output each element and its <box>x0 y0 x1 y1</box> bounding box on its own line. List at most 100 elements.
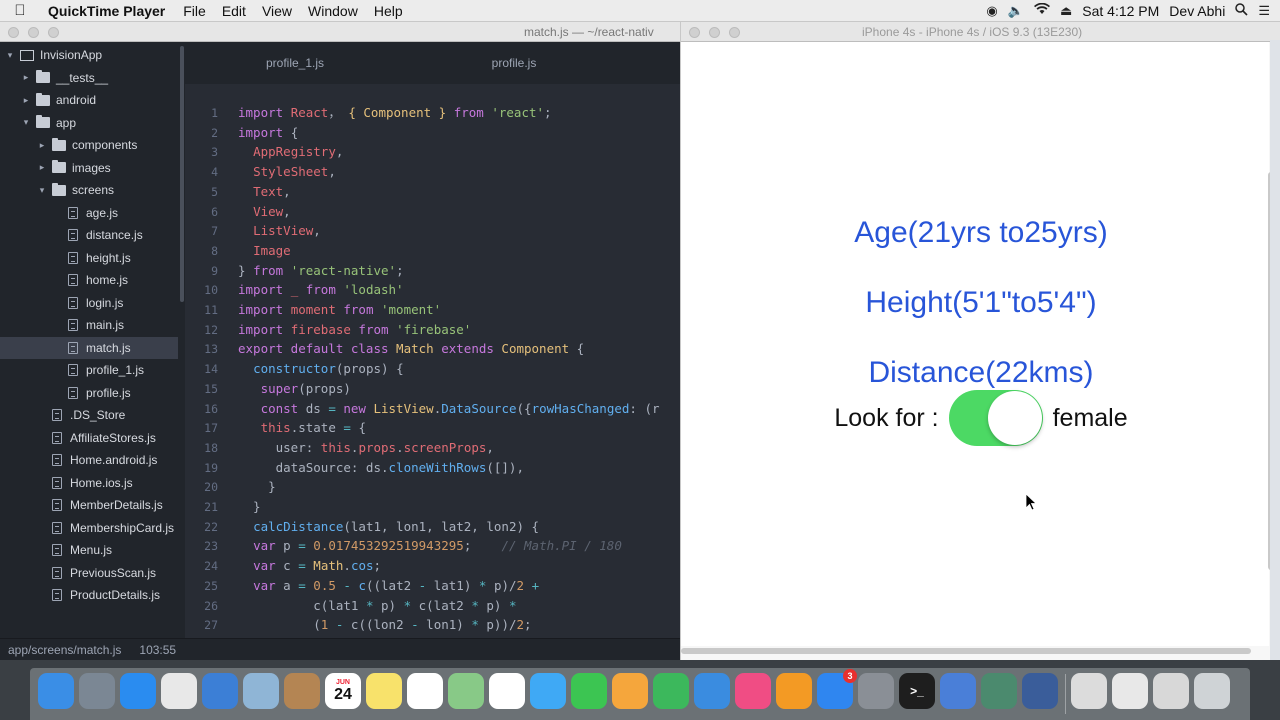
tree-item-profile-1-js[interactable]: profile_1.js <box>0 359 178 381</box>
code-line[interactable]: 14 constructor(props) { <box>185 359 680 379</box>
xcode-icon[interactable] <box>202 673 238 709</box>
tree-item-previousscan-js[interactable]: PreviousScan.js <box>0 562 178 584</box>
code-line[interactable]: 22 calcDistance(lat1, lon1, lat2, lon2) … <box>185 517 680 537</box>
minimize-window-icon[interactable] <box>28 27 39 38</box>
system-preferences-icon[interactable] <box>858 673 894 709</box>
code-line[interactable]: 4 StyleSheet, <box>185 162 680 182</box>
photos-icon[interactable] <box>489 673 525 709</box>
tree-item-home-ios-js[interactable]: Home.ios.js <box>0 472 178 494</box>
file-tree-scrollbar[interactable] <box>180 46 184 302</box>
menu-window[interactable]: Window <box>300 3 366 19</box>
maps-icon[interactable] <box>448 673 484 709</box>
minimize-window-icon[interactable] <box>709 27 720 38</box>
reminders-icon[interactable] <box>407 673 443 709</box>
tree-item-distance-js[interactable]: distance.js <box>0 224 178 246</box>
code-line[interactable]: 7 ListView, <box>185 221 680 241</box>
notes-icon[interactable] <box>366 673 402 709</box>
code-line[interactable]: 2 import { <box>185 123 680 143</box>
notification-center-icon[interactable]: ☰ <box>1258 3 1270 19</box>
simulator-horizontal-scrollbar[interactable] <box>681 648 1251 654</box>
numbers-icon[interactable] <box>653 673 689 709</box>
chevron-right-icon[interactable]: ▸ <box>20 72 32 83</box>
app-store-icon[interactable]: 3 <box>817 669 857 709</box>
wifi-icon[interactable] <box>1033 2 1050 18</box>
calendar-icon[interactable]: JUN 24 <box>325 673 361 709</box>
tree-item-home-js[interactable]: home.js <box>0 269 178 291</box>
code-line[interactable]: 9} from 'react-native'; <box>185 261 680 281</box>
age-range-label[interactable]: Age(21yrs to25yrs) <box>681 216 1280 250</box>
code-line[interactable]: 27 (1 - c((lon2 - lon1) * p))/2; <box>185 615 680 635</box>
tree-item-productdetails-js[interactable]: ProductDetails.js <box>0 584 178 606</box>
tree-item-tests[interactable]: ▸ __tests__ <box>0 67 178 89</box>
chevron-down-icon[interactable]: ▾ <box>4 50 16 61</box>
chevron-right-icon[interactable]: ▸ <box>36 140 48 151</box>
code-line[interactable]: 3 AppRegistry, <box>185 142 680 162</box>
tree-item-components[interactable]: ▸ components <box>0 134 178 156</box>
tab-profile-1[interactable]: profile_1.js <box>185 42 405 84</box>
tree-item-menu-js[interactable]: Menu.js <box>0 539 178 561</box>
chevron-down-icon[interactable]: ▾ <box>36 185 48 196</box>
code-line[interactable]: 17 this.state = { <box>185 418 680 438</box>
code-line[interactable]: 6 View, <box>185 202 680 222</box>
chevron-right-icon[interactable]: ▸ <box>36 162 48 173</box>
code-line[interactable]: 25 var a = 0.5 - c((lat2 - lat1) * p)/2 … <box>185 576 680 596</box>
spotlight-search-icon[interactable] <box>1235 2 1248 19</box>
code-line[interactable]: 8 Image <box>185 241 680 261</box>
preview-icon[interactable] <box>243 673 279 709</box>
gender-toggle-switch[interactable] <box>948 390 1043 446</box>
code-line[interactable]: 11 import moment from 'moment' <box>185 300 680 320</box>
tree-item-app[interactable]: ▾ app <box>0 112 178 134</box>
chevron-right-icon[interactable]: ▸ <box>20 95 32 106</box>
code-editor[interactable]: 1 import React， { Component } from 'react… <box>185 84 680 638</box>
tree-item-affiliatestores-js[interactable]: AffiliateStores.js <box>0 427 178 449</box>
menu-view[interactable]: View <box>254 3 300 19</box>
ibooks-icon[interactable] <box>776 673 812 709</box>
code-line[interactable]: 20 } <box>185 477 680 497</box>
tree-item-invisionapp[interactable]: ▾ InvisionApp <box>0 44 178 66</box>
launchpad-icon[interactable] <box>79 673 115 709</box>
tree-item-membershipcard-js[interactable]: MembershipCard.js <box>0 517 178 539</box>
menu-help[interactable]: Help <box>366 3 411 19</box>
menu-app-name[interactable]: QuickTime Player <box>40 3 175 19</box>
distance-label[interactable]: Distance(22kms) <box>681 356 1280 390</box>
code-line[interactable]: 15 super(props) <box>185 379 680 399</box>
tab-profile[interactable]: profile.js <box>405 42 623 84</box>
tree-item-match-js[interactable]: match.js <box>0 336 178 359</box>
tree-item-home-android-js[interactable]: Home.android.js <box>0 449 178 471</box>
window-thumb-icon[interactable] <box>1071 673 1107 709</box>
volume-icon[interactable]: 🔈 <box>1008 3 1024 19</box>
itunes-icon[interactable] <box>735 673 771 709</box>
pages-icon[interactable] <box>612 673 648 709</box>
tree-item-screens[interactable]: ▾ screens <box>0 179 178 201</box>
simulator-icon[interactable] <box>940 673 976 709</box>
code-line[interactable]: 13 export default class Match extends Com… <box>185 339 680 359</box>
safari-icon[interactable] <box>120 673 156 709</box>
menu-edit[interactable]: Edit <box>214 3 254 19</box>
tree-item-memberdetails-js[interactable]: MemberDetails.js <box>0 494 178 516</box>
zoom-window-icon[interactable] <box>729 27 740 38</box>
code-line[interactable]: 1 import React， { Component } from 'react… <box>185 103 680 123</box>
code-line[interactable]: 10 import _ from 'lodash' <box>185 280 680 300</box>
keyboard-viewer-icon[interactable] <box>1153 673 1189 709</box>
tree-item-login-js[interactable]: login.js <box>0 292 178 314</box>
zoom-window-icon[interactable] <box>48 27 59 38</box>
finder-window-icon[interactable] <box>1112 673 1148 709</box>
code-line[interactable]: 16 const ds = new ListView.DataSource({r… <box>185 399 680 419</box>
menubar-clock[interactable]: Sat 4:12 PM <box>1082 3 1159 19</box>
tree-item-main-js[interactable]: main.js <box>0 314 178 336</box>
code-line[interactable]: 19 dataSource: ds.cloneWithRows([]), <box>185 458 680 478</box>
tree-item-profile-js[interactable]: profile.js <box>0 382 178 404</box>
menu-file[interactable]: File <box>175 3 214 19</box>
messages-icon[interactable] <box>530 673 566 709</box>
apple-menu-icon[interactable]:  <box>0 2 40 19</box>
code-line[interactable]: 12 import firebase from 'firebase' <box>185 320 680 340</box>
close-window-icon[interactable] <box>8 27 19 38</box>
menubar-user[interactable]: Dev Abhi <box>1169 3 1225 19</box>
code-line[interactable]: 5 Text, <box>185 182 680 202</box>
code-line[interactable]: 24 var c = Math.cos; <box>185 556 680 576</box>
status-file-path[interactable]: app/screens/match.js <box>8 643 121 657</box>
chevron-down-icon[interactable]: ▾ <box>20 117 32 128</box>
eject-icon[interactable]: ⏏ <box>1060 3 1072 19</box>
close-window-icon[interactable] <box>689 27 700 38</box>
status-cursor-position[interactable]: 103:55 <box>139 643 176 657</box>
